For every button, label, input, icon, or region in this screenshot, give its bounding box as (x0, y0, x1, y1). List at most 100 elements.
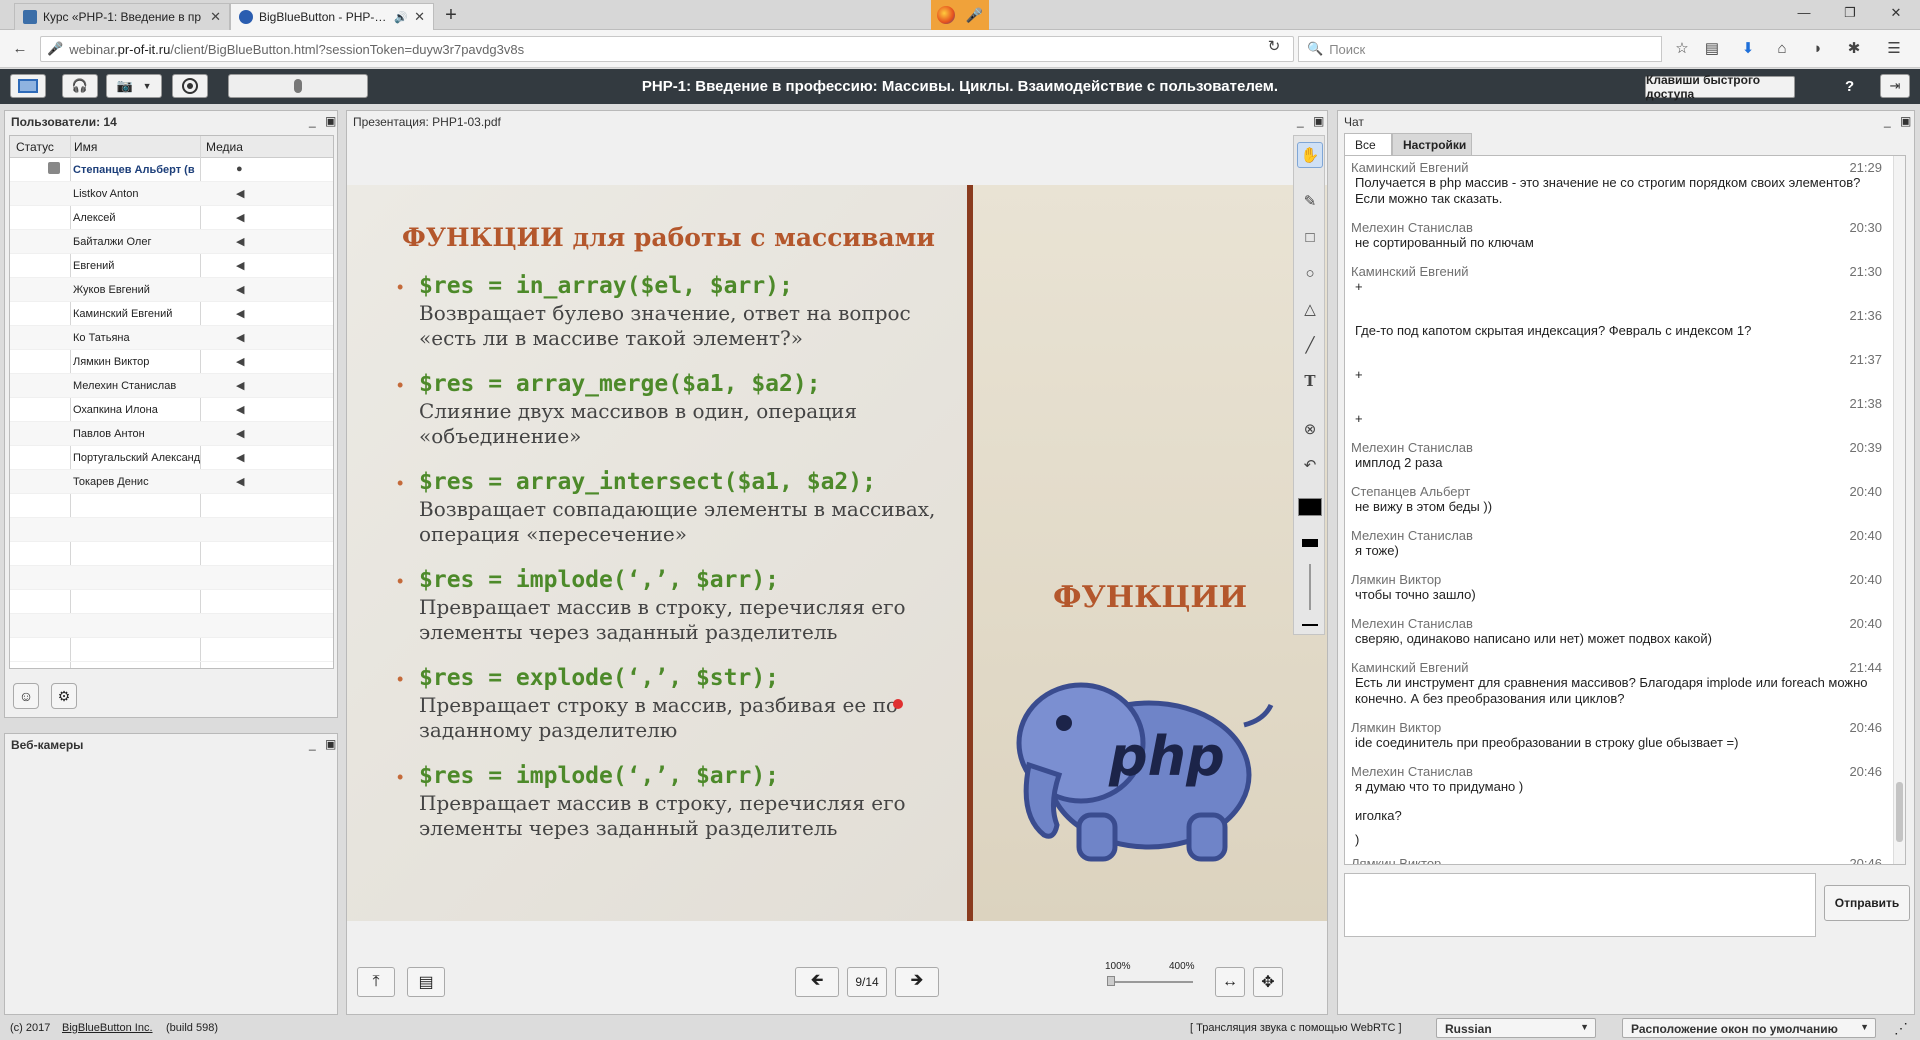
browser-tab-bbb[interactable]: BigBlueButton - PHP-1: В 🔊 ✕ (230, 3, 434, 30)
minimize-panel-icon[interactable]: _ (1297, 114, 1304, 128)
user-row[interactable]: Байталжи Олег ◀ (10, 230, 333, 254)
speaker-icon[interactable]: 🔊 (394, 11, 408, 24)
thickness-icon[interactable] (1297, 530, 1323, 556)
reload-icon[interactable]: ↻ (1264, 38, 1284, 58)
circle-tool-icon[interactable]: ○ (1297, 260, 1323, 286)
user-row[interactable]: Жуков Евгений ◀ (10, 278, 333, 302)
user-row[interactable]: Мелехин Станислав ◀ (10, 374, 333, 398)
user-row[interactable]: Охапкина Илона ◀ (10, 398, 333, 422)
menu-icon[interactable]: ☰ (1884, 40, 1904, 60)
home-icon[interactable]: ⌂ (1772, 40, 1792, 60)
user-row[interactable]: Павлов Антон ◀ (10, 422, 333, 446)
tab-all[interactable]: Все (1344, 133, 1392, 155)
close-tab-icon[interactable]: ✕ (210, 9, 221, 25)
language-select[interactable]: Russian ▼ (1436, 1018, 1596, 1038)
col-status[interactable]: Статус (16, 140, 54, 154)
speaker-icon[interactable]: ◀ (236, 379, 244, 392)
user-row[interactable]: Степанцев Альберт (в ● (10, 158, 333, 182)
text-tool-icon[interactable]: T (1297, 368, 1323, 394)
speaker-icon[interactable]: ◀ (236, 235, 244, 248)
speaker-icon[interactable]: ◀ (236, 259, 244, 272)
speaker-icon[interactable]: ◀ (236, 211, 244, 224)
resize-grip-icon[interactable]: ⋰ (1894, 1020, 1908, 1037)
minimize-panel-icon[interactable]: _ (309, 114, 316, 128)
hand-tool-icon[interactable]: ✋ (1297, 142, 1323, 168)
prev-slide-button[interactable]: 🡸 (795, 967, 839, 997)
user-row[interactable]: Ко Татьяна ◀ (10, 326, 333, 350)
fit-width-button[interactable]: ↔ (1215, 967, 1245, 997)
col-name[interactable]: Имя (74, 140, 97, 154)
user-row[interactable]: Лямкин Виктор ◀ (10, 350, 333, 374)
settings-button[interactable]: ⚙ (51, 683, 77, 709)
clear-icon[interactable]: ⊗ (1297, 416, 1323, 442)
minimize-panel-icon[interactable]: _ (309, 737, 316, 751)
next-slide-button[interactable]: 🡺 (895, 967, 939, 997)
maximize-icon[interactable]: ❐ (1836, 5, 1864, 25)
company-link[interactable]: BigBlueButton Inc. (62, 1022, 153, 1034)
speaker-icon[interactable]: ◀ (236, 475, 244, 488)
mic-permission-icon[interactable]: 🎤 (47, 41, 63, 57)
chevron-down-icon[interactable]: ▼ (143, 81, 152, 91)
address-bar[interactable]: 🎤 webinar. pr-of-it.ru/client/BigBlueButt… (40, 36, 1294, 62)
speaker-icon[interactable]: ◀ (236, 331, 244, 344)
maximize-panel-icon[interactable]: ▣ (325, 114, 336, 128)
shortcuts-button[interactable]: Клавиши быстрого доступа (1645, 73, 1795, 101)
upload-presentation-button[interactable]: ⤒ (357, 967, 395, 997)
download-icon[interactable]: ⬇ (1738, 40, 1758, 60)
record-button[interactable] (172, 74, 208, 98)
user-row[interactable]: Каминский Евгений ◀ (10, 302, 333, 326)
user-row[interactable]: Португальский Александ ◀ (10, 446, 333, 470)
share-desktop-button[interactable] (10, 74, 46, 98)
zoom-slider[interactable] (1107, 976, 1193, 986)
mic-volume-slider[interactable] (228, 74, 368, 98)
extension-icon[interactable]: ✱ (1844, 40, 1864, 60)
new-tab-button[interactable]: + (438, 4, 464, 28)
layout-select[interactable]: Расположение окон по умолчанию ▼ (1622, 1018, 1876, 1038)
pencil-tool-icon[interactable]: ✎ (1297, 188, 1323, 214)
user-row[interactable]: Алексей ◀ (10, 206, 333, 230)
poll-button[interactable]: ▤ (407, 967, 445, 997)
logout-button[interactable]: ⇥ (1880, 74, 1910, 98)
user-row[interactable]: Евгений ◀ (10, 254, 333, 278)
speaker-icon[interactable]: ◀ (236, 403, 244, 416)
webcam-status-icon[interactable]: ● (236, 163, 243, 175)
status-emoji-button[interactable]: ☺ (13, 683, 39, 709)
zoom-slider-thumb[interactable] (1107, 976, 1115, 986)
maximize-panel-icon[interactable]: ▣ (1313, 114, 1324, 128)
bookmark-star-icon[interactable]: ☆ (1672, 40, 1692, 60)
webcam-button[interactable]: 📷 ▼ (106, 74, 162, 98)
minimize-panel-icon[interactable]: _ (1884, 114, 1891, 128)
chat-scrollbar[interactable] (1893, 156, 1905, 864)
microphone-icon[interactable]: 🎤 (966, 7, 983, 24)
reading-list-icon[interactable]: ▤ (1702, 40, 1722, 60)
user-row[interactable]: Токарев Денис ◀ (10, 470, 333, 494)
col-media[interactable]: Медиа (206, 140, 243, 154)
maximize-panel-icon[interactable]: ▣ (325, 737, 336, 751)
headset-button[interactable]: 🎧 (62, 74, 98, 98)
speaker-icon[interactable]: ◀ (236, 451, 244, 464)
undo-icon[interactable]: ↶ (1297, 452, 1323, 478)
color-picker-icon[interactable] (1297, 494, 1323, 520)
line-tool-icon[interactable]: ╱ (1297, 332, 1323, 358)
speaker-icon[interactable]: ◀ (236, 307, 244, 320)
speaker-icon[interactable]: ◀ (236, 427, 244, 440)
send-button[interactable]: Отправить (1824, 885, 1910, 921)
triangle-tool-icon[interactable]: △ (1297, 296, 1323, 322)
speaker-icon[interactable]: ◀ (236, 355, 244, 368)
back-icon[interactable]: ← (10, 40, 30, 60)
search-input[interactable]: 🔍 Поиск (1298, 36, 1662, 62)
close-tab-icon[interactable]: ✕ (414, 9, 425, 25)
page-indicator[interactable]: 9/14 (847, 967, 887, 997)
rectangle-tool-icon[interactable]: □ (1297, 224, 1323, 250)
close-window-icon[interactable]: ✕ (1882, 5, 1910, 25)
pocket-icon[interactable]: ◗ (1808, 40, 1828, 60)
minimize-icon[interactable]: — (1790, 5, 1818, 25)
firefox-icon[interactable] (936, 6, 955, 24)
fit-page-button[interactable]: ✥ (1253, 967, 1283, 997)
help-button[interactable]: ? (1845, 78, 1854, 95)
speaker-icon[interactable]: ◀ (236, 283, 244, 296)
thickness-slider[interactable] (1297, 562, 1323, 612)
tab-settings[interactable]: Настройки (1392, 133, 1472, 155)
user-row[interactable]: Listkov Anton ◀ (10, 182, 333, 206)
speaker-icon[interactable]: ◀ (236, 187, 244, 200)
